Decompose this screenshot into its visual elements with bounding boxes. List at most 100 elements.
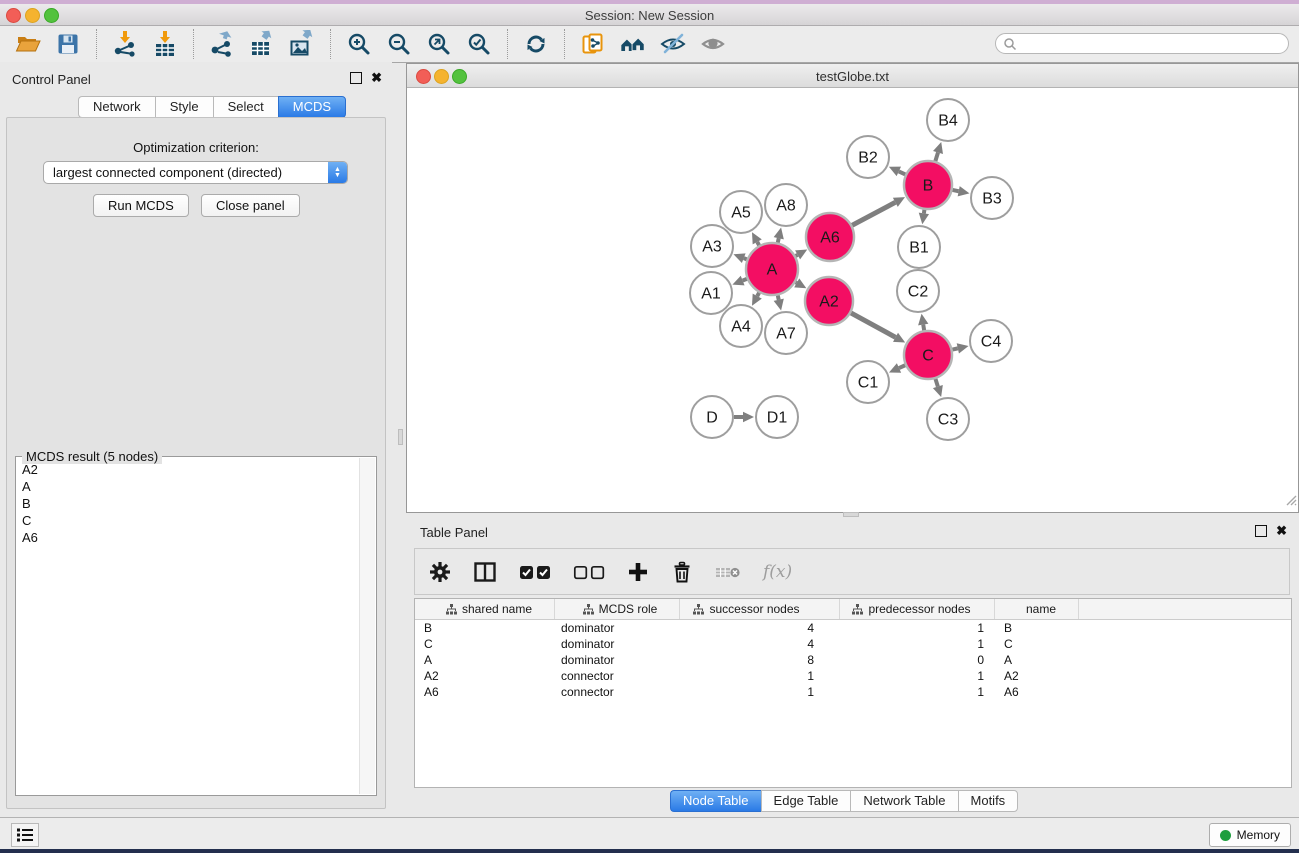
result-scrollbar[interactable] <box>359 458 375 794</box>
result-item[interactable]: A <box>18 478 356 495</box>
zoom-fit-icon[interactable] <box>425 30 453 58</box>
select-all-checks-icon[interactable] <box>519 563 551 581</box>
edge-C-C1[interactable] <box>899 365 905 368</box>
edge-C-C4[interactable] <box>952 348 957 349</box>
task-history-button[interactable] <box>11 823 39 847</box>
column-header-shared-name[interactable]: shared name <box>415 599 555 619</box>
close-table-panel-icon[interactable]: ✖ <box>1276 526 1287 536</box>
export-image-icon[interactable] <box>288 30 316 58</box>
cell-mcds-role[interactable]: dominator <box>555 653 680 667</box>
edge-B-B3[interactable] <box>952 190 958 191</box>
export-network-icon[interactable] <box>208 30 236 58</box>
float-panel-icon[interactable] <box>350 72 362 84</box>
edge-A-A8[interactable] <box>778 238 779 242</box>
column-header-mcds-role[interactable]: MCDS role <box>555 599 680 619</box>
splitter-grip-left[interactable] <box>398 429 403 445</box>
edge-A2-C[interactable] <box>851 313 896 337</box>
cell-name[interactable]: A2 <box>995 669 1079 683</box>
result-item[interactable]: C <box>18 512 356 529</box>
close-panel-icon[interactable]: ✖ <box>371 73 382 83</box>
tab-node-table[interactable]: Node Table <box>670 790 761 812</box>
apply-layout-icon[interactable] <box>522 30 550 58</box>
column-header-successor-nodes[interactable]: successor nodes <box>680 599 840 619</box>
settings-gear-icon[interactable] <box>429 561 451 583</box>
zoom-out-icon[interactable] <box>385 30 413 58</box>
result-item[interactable]: A6 <box>18 529 356 546</box>
cell-successor-nodes[interactable]: 1 <box>680 669 840 683</box>
cell-shared-name[interactable]: A2 <box>415 669 555 683</box>
cell-shared-name[interactable]: B <box>415 621 555 635</box>
edge-A6-B[interactable] <box>852 202 895 225</box>
network-window-titlebar[interactable]: testGlobe.txt <box>407 64 1298 88</box>
edge-A-A1[interactable] <box>743 279 747 281</box>
result-item[interactable]: B <box>18 495 356 512</box>
cell-name[interactable]: C <box>995 637 1079 651</box>
cell-shared-name[interactable]: A6 <box>415 685 555 699</box>
window-resize-grip[interactable] <box>1283 492 1297 511</box>
edge-C-C2[interactable] <box>923 325 924 331</box>
edge-A-A6[interactable] <box>796 255 798 256</box>
tab-mcds[interactable]: MCDS <box>278 96 346 118</box>
run-mcds-button[interactable]: Run MCDS <box>93 194 189 217</box>
show-all-icon[interactable] <box>699 30 727 58</box>
cell-successor-nodes[interactable]: 4 <box>680 637 840 651</box>
import-network-icon[interactable] <box>111 30 139 58</box>
cell-mcds-role[interactable]: connector <box>555 685 680 699</box>
deselect-all-checks-icon[interactable] <box>573 563 605 581</box>
add-column-icon[interactable] <box>627 561 649 583</box>
cell-name[interactable]: A <box>995 653 1079 667</box>
memory-button[interactable]: Memory <box>1209 823 1291 847</box>
cell-name[interactable]: A6 <box>995 685 1079 699</box>
delete-column-icon[interactable] <box>671 561 693 583</box>
cell-name[interactable]: B <box>995 621 1079 635</box>
cell-successor-nodes[interactable]: 1 <box>680 685 840 699</box>
delete-table-icon[interactable] <box>715 563 741 581</box>
tab-select[interactable]: Select <box>213 96 278 118</box>
close-panel-button[interactable]: Close panel <box>201 194 300 217</box>
cell-predecessor-nodes[interactable]: 1 <box>840 685 995 699</box>
edge-B-B4[interactable] <box>935 152 938 161</box>
edge-A-A4[interactable] <box>757 293 759 296</box>
edge-A-A5[interactable] <box>757 242 759 245</box>
result-item[interactable]: A2 <box>18 461 356 478</box>
zoom-in-icon[interactable] <box>345 30 373 58</box>
zoom-selected-icon[interactable] <box>465 30 493 58</box>
cell-shared-name[interactable]: A <box>415 653 555 667</box>
first-neighbors-icon[interactable] <box>619 30 647 58</box>
float-table-panel-icon[interactable] <box>1255 525 1267 537</box>
export-table-icon[interactable] <box>248 30 276 58</box>
tab-network-table[interactable]: Network Table <box>850 790 957 812</box>
cell-predecessor-nodes[interactable]: 1 <box>840 621 995 635</box>
criterion-select[interactable]: largest connected component (directed) ▲… <box>43 161 348 184</box>
network-canvas[interactable]: B4B2BB3A5A8A6B1A3AC2A1A2A4A7C4CC1C3DD1 <box>407 88 1296 510</box>
search-input[interactable] <box>1017 35 1288 53</box>
cell-mcds-role[interactable]: connector <box>555 669 680 683</box>
cell-predecessor-nodes[interactable]: 1 <box>840 669 995 683</box>
edge-B-B2[interactable] <box>899 171 906 174</box>
edge-A-A7[interactable] <box>778 295 779 299</box>
cell-predecessor-nodes[interactable]: 1 <box>840 637 995 651</box>
hide-selected-icon[interactable] <box>659 30 687 58</box>
network-graph[interactable]: B4B2BB3A5A8A6B1A3AC2A1A2A4A7C4CC1C3DD1 <box>407 88 1296 510</box>
tab-edge-table[interactable]: Edge Table <box>761 790 851 812</box>
edge-B-B1[interactable] <box>924 210 925 214</box>
column-header-name[interactable]: name <box>995 599 1079 619</box>
function-builder-icon[interactable]: f(x) <box>763 562 792 582</box>
cell-predecessor-nodes[interactable]: 0 <box>840 653 995 667</box>
tab-motifs[interactable]: Motifs <box>958 790 1019 812</box>
edge-C-C3[interactable] <box>935 379 937 387</box>
open-session-icon[interactable] <box>14 30 42 58</box>
split-columns-icon[interactable] <box>473 561 497 583</box>
cell-successor-nodes[interactable]: 8 <box>680 653 840 667</box>
tab-style[interactable]: Style <box>155 96 213 118</box>
cell-mcds-role[interactable]: dominator <box>555 637 680 651</box>
cell-successor-nodes[interactable]: 4 <box>680 621 840 635</box>
tab-network[interactable]: Network <box>78 96 155 118</box>
cell-mcds-role[interactable]: dominator <box>555 621 680 635</box>
cell-shared-name[interactable]: C <box>415 637 555 651</box>
edge-A-A3[interactable] <box>744 258 747 259</box>
import-table-icon[interactable] <box>151 30 179 58</box>
column-header-predecessor-nodes[interactable]: predecessor nodes <box>840 599 995 619</box>
save-session-icon[interactable] <box>54 30 82 58</box>
new-network-from-selection-icon[interactable] <box>579 30 607 58</box>
